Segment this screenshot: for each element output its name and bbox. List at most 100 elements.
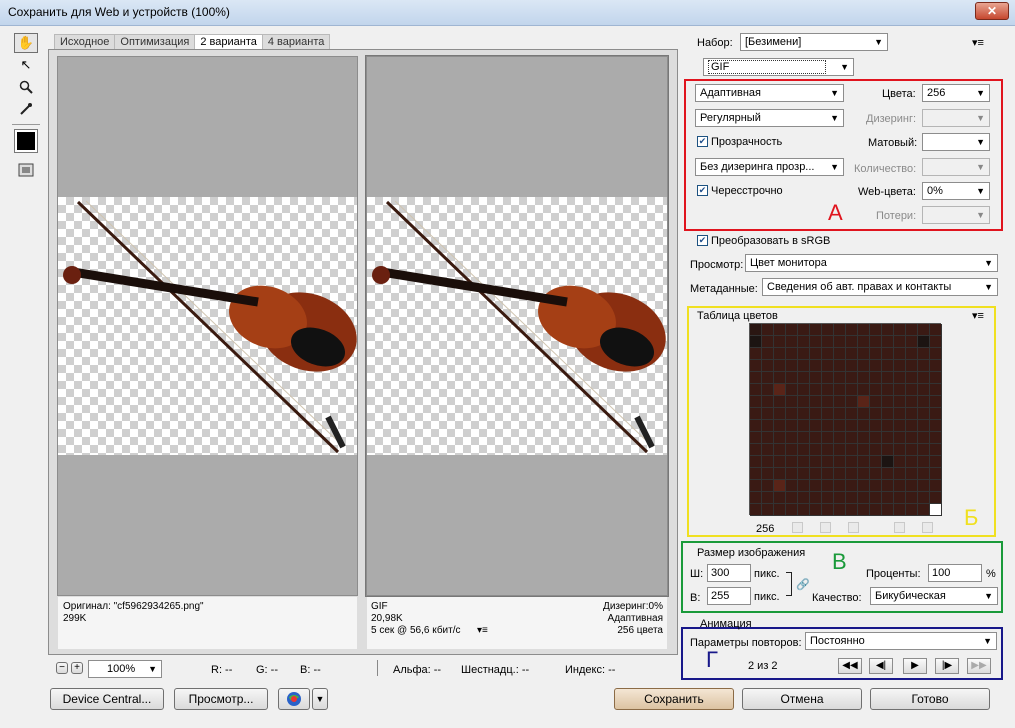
color-swatch[interactable]: [918, 456, 930, 468]
color-swatch[interactable]: [858, 492, 870, 504]
color-swatch[interactable]: [882, 384, 894, 396]
color-swatch[interactable]: [882, 336, 894, 348]
color-swatch[interactable]: [858, 372, 870, 384]
color-swatch[interactable]: [750, 432, 762, 444]
save-button[interactable]: Сохранить: [614, 688, 734, 710]
eyedropper-color-swatch[interactable]: [14, 129, 38, 153]
color-swatch[interactable]: [798, 492, 810, 504]
transparency-checkbox[interactable]: ✔: [697, 136, 708, 147]
color-swatch[interactable]: [750, 504, 762, 516]
color-swatch[interactable]: [918, 348, 930, 360]
color-swatch[interactable]: [846, 348, 858, 360]
color-swatch[interactable]: [810, 348, 822, 360]
color-swatch[interactable]: [750, 456, 762, 468]
color-swatch[interactable]: [762, 456, 774, 468]
color-swatch[interactable]: [786, 348, 798, 360]
color-swatch[interactable]: [906, 396, 918, 408]
color-swatch[interactable]: [858, 396, 870, 408]
color-swatch[interactable]: [906, 408, 918, 420]
eyedropper-tool-icon[interactable]: [14, 99, 38, 119]
color-swatch[interactable]: [906, 324, 918, 336]
color-swatch[interactable]: [846, 324, 858, 336]
color-swatch[interactable]: [906, 492, 918, 504]
color-swatch[interactable]: [930, 408, 942, 420]
download-speed-menu-icon[interactable]: ▾≡: [477, 625, 488, 637]
color-swatch[interactable]: [870, 420, 882, 432]
color-swatch[interactable]: [918, 420, 930, 432]
color-swatch[interactable]: [930, 444, 942, 456]
toggle-slices-icon[interactable]: [14, 160, 38, 180]
zoom-in-button[interactable]: +: [71, 662, 83, 674]
color-swatch[interactable]: [774, 372, 786, 384]
width-input[interactable]: 300: [707, 564, 751, 582]
color-swatch[interactable]: [846, 504, 858, 516]
color-swatch[interactable]: [750, 480, 762, 492]
color-swatch[interactable]: [834, 468, 846, 480]
matte-select[interactable]: ▼: [922, 133, 990, 151]
color-reduction-select[interactable]: Адаптивная ▼: [695, 84, 844, 102]
color-swatch[interactable]: [810, 372, 822, 384]
color-swatch[interactable]: [846, 492, 858, 504]
color-swatch[interactable]: [750, 324, 762, 336]
color-swatch[interactable]: [834, 444, 846, 456]
color-swatch[interactable]: [834, 396, 846, 408]
color-swatch[interactable]: [774, 384, 786, 396]
color-swatch[interactable]: [762, 492, 774, 504]
color-swatch[interactable]: [786, 396, 798, 408]
percent-input[interactable]: 100: [928, 564, 982, 582]
color-swatch[interactable]: [822, 480, 834, 492]
color-swatch[interactable]: [930, 480, 942, 492]
color-swatch[interactable]: [798, 444, 810, 456]
color-swatch[interactable]: [798, 384, 810, 396]
color-swatch[interactable]: [786, 324, 798, 336]
color-swatch[interactable]: [774, 456, 786, 468]
map-to-transparent-icon[interactable]: [792, 522, 803, 533]
color-swatch[interactable]: [822, 456, 834, 468]
color-swatch[interactable]: [906, 348, 918, 360]
color-swatch[interactable]: [786, 456, 798, 468]
color-swatch[interactable]: [786, 384, 798, 396]
color-swatch[interactable]: [774, 468, 786, 480]
color-swatch[interactable]: [822, 408, 834, 420]
convert-srgb-checkbox[interactable]: ✔: [697, 235, 708, 246]
color-swatch[interactable]: [810, 432, 822, 444]
color-swatch[interactable]: [762, 432, 774, 444]
color-swatch[interactable]: [870, 396, 882, 408]
color-swatch[interactable]: [786, 504, 798, 516]
color-swatch[interactable]: [882, 504, 894, 516]
color-swatch[interactable]: [774, 408, 786, 420]
color-swatch[interactable]: [882, 360, 894, 372]
color-swatch[interactable]: [930, 360, 942, 372]
dither-algorithm-select[interactable]: Регулярный ▼: [695, 109, 844, 127]
color-swatch[interactable]: [834, 384, 846, 396]
color-swatch[interactable]: [882, 492, 894, 504]
color-swatch[interactable]: [918, 408, 930, 420]
color-swatch[interactable]: [882, 408, 894, 420]
color-swatch[interactable]: [750, 396, 762, 408]
color-swatch[interactable]: [894, 504, 906, 516]
color-swatch[interactable]: [834, 456, 846, 468]
color-swatch[interactable]: [858, 336, 870, 348]
color-swatch[interactable]: [774, 432, 786, 444]
color-swatch[interactable]: [894, 324, 906, 336]
color-swatch[interactable]: [894, 360, 906, 372]
color-swatch[interactable]: [762, 336, 774, 348]
color-swatch[interactable]: [810, 324, 822, 336]
color-swatch[interactable]: [750, 408, 762, 420]
slice-select-tool-icon[interactable]: ↖: [14, 55, 38, 75]
color-swatch[interactable]: [762, 396, 774, 408]
color-swatch[interactable]: [846, 396, 858, 408]
color-swatch[interactable]: [810, 396, 822, 408]
color-swatch[interactable]: [858, 384, 870, 396]
color-swatch[interactable]: [798, 348, 810, 360]
color-swatch[interactable]: [906, 336, 918, 348]
color-swatch[interactable]: [774, 324, 786, 336]
color-swatch[interactable]: [786, 360, 798, 372]
color-swatch[interactable]: [762, 480, 774, 492]
color-swatch[interactable]: [870, 408, 882, 420]
color-swatch[interactable]: [810, 408, 822, 420]
color-swatch[interactable]: [882, 432, 894, 444]
tab-4-up[interactable]: 4 варианта: [261, 34, 331, 50]
color-swatch[interactable]: [846, 336, 858, 348]
color-swatch[interactable]: [798, 408, 810, 420]
